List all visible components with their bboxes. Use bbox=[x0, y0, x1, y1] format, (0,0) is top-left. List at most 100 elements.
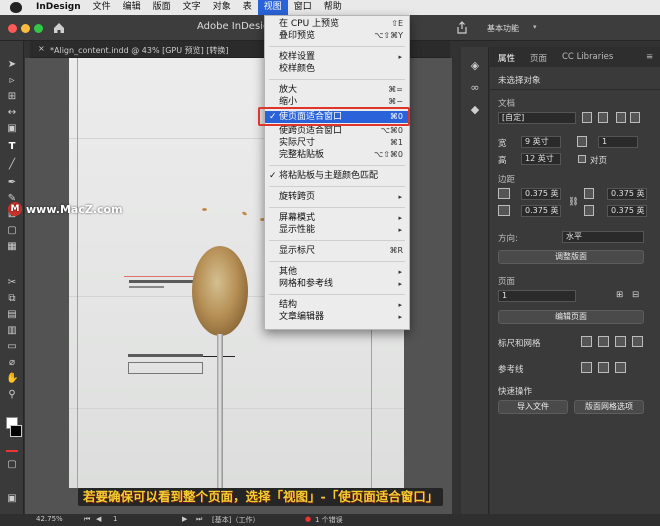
formatting-affects-container-icon[interactable]: ▢ bbox=[6, 459, 18, 471]
add-page-icon[interactable]: ⊞ bbox=[616, 290, 623, 300]
document-preset-select[interactable]: [自定] bbox=[498, 112, 576, 124]
master-page-label[interactable]: [基本]（工作） bbox=[212, 515, 259, 525]
margin-left-input[interactable]: 0.375 英 bbox=[607, 188, 647, 200]
direct-selection-tool-icon[interactable]: ▹ bbox=[6, 75, 18, 87]
content-collector-icon[interactable]: ▣ bbox=[6, 123, 18, 135]
placeholder-bar[interactable] bbox=[128, 354, 203, 357]
link-margins-icon[interactable]: ⛓ bbox=[568, 197, 579, 207]
prev-page-icon[interactable]: ◀ bbox=[96, 515, 101, 523]
layers-icon[interactable]: ◈ bbox=[468, 59, 482, 73]
binding-right-icon[interactable] bbox=[630, 112, 640, 123]
menu-item-show-rulers[interactable]: 显示标尺 ⌘R bbox=[265, 245, 409, 257]
menu-window[interactable]: 窗口 bbox=[288, 0, 318, 15]
menu-item-fit-spread-in-window[interactable]: 使跨页适合窗口 ⌥⌘0 bbox=[265, 125, 409, 137]
menu-item-entire-pasteboard[interactable]: 完整粘贴板 ⌥⇧⌘0 bbox=[265, 149, 409, 161]
baseline-grid-icon[interactable] bbox=[615, 336, 626, 347]
pen-tool-icon[interactable]: ✒ bbox=[6, 177, 18, 189]
menu-help[interactable]: 帮助 bbox=[318, 0, 348, 15]
portrait-orientation-icon[interactable] bbox=[582, 112, 592, 123]
menu-file[interactable]: 文件 bbox=[87, 0, 117, 15]
links-icon[interactable]: ∞ bbox=[468, 81, 482, 95]
selection-tool-icon[interactable]: ➤ bbox=[6, 59, 18, 71]
height-input[interactable]: 12 英寸 bbox=[521, 153, 561, 165]
spoon-image[interactable] bbox=[192, 246, 248, 336]
screen-mode-icon[interactable]: ▣ bbox=[6, 493, 18, 505]
apple-logo-icon[interactable] bbox=[10, 2, 22, 13]
close-icon[interactable]: × bbox=[38, 44, 45, 53]
eyedropper-tool-icon[interactable]: ⌀ bbox=[6, 357, 18, 369]
tab-pages[interactable]: 页面 bbox=[530, 52, 547, 64]
placeholder-bar[interactable] bbox=[129, 280, 194, 283]
adjust-layout-button[interactable]: 调整版面 bbox=[498, 250, 644, 264]
minimize-window-button[interactable] bbox=[21, 24, 30, 33]
tab-properties[interactable]: 属性 bbox=[498, 52, 515, 64]
stroke-icon[interactable]: ◆ bbox=[468, 103, 482, 117]
layout-grid-options-button[interactable]: 版面网格选项 bbox=[574, 400, 644, 414]
pages-count-input[interactable]: 1 bbox=[598, 136, 638, 148]
line-tool-icon[interactable]: ╱ bbox=[6, 159, 18, 171]
apply-none-icon[interactable] bbox=[6, 450, 18, 452]
type-tool-icon[interactable]: T bbox=[6, 141, 18, 153]
placeholder-bar[interactable] bbox=[129, 286, 164, 288]
tab-cc-libraries[interactable]: CC Libraries bbox=[562, 52, 613, 62]
menu-type[interactable]: 文字 bbox=[177, 0, 207, 15]
delete-page-icon[interactable]: ⊟ bbox=[632, 290, 639, 300]
document-grid-icon[interactable] bbox=[632, 336, 643, 347]
landscape-orientation-icon[interactable] bbox=[598, 112, 608, 123]
facing-pages-checkbox[interactable] bbox=[578, 155, 586, 163]
menu-item-zoom-in[interactable]: 放大 ⌘= bbox=[265, 84, 409, 96]
edit-page-button[interactable]: 编辑页面 bbox=[498, 310, 644, 324]
menu-item-proof-colors[interactable]: 校样颜色 bbox=[265, 63, 409, 75]
page-number[interactable]: 1 bbox=[113, 515, 117, 523]
last-page-icon[interactable]: ⏭ bbox=[196, 515, 202, 524]
menu-item-extras[interactable]: 其他 ▸ bbox=[265, 266, 409, 278]
lock-guides-icon[interactable] bbox=[598, 362, 609, 373]
menu-item-rotate-spread[interactable]: 旋转跨页 ▸ bbox=[265, 191, 409, 203]
chevron-down-icon[interactable]: ▾ bbox=[533, 23, 537, 31]
zoom-window-button[interactable] bbox=[34, 24, 43, 33]
menu-item-grids-guides[interactable]: 网格和参考线 ▸ bbox=[265, 278, 409, 290]
note-tool-icon[interactable]: ▭ bbox=[6, 341, 18, 353]
menu-edit[interactable]: 编辑 bbox=[117, 0, 147, 15]
first-page-icon[interactable]: ⏮ bbox=[84, 515, 90, 524]
margin-right-input[interactable]: 0.375 英 bbox=[607, 205, 647, 217]
zoom-level[interactable]: 42.75% bbox=[36, 515, 63, 523]
width-input[interactable]: 9 英寸 bbox=[521, 136, 561, 148]
show-guides-icon[interactable] bbox=[581, 362, 592, 373]
preflight-status[interactable]: 1 个错误 bbox=[315, 515, 343, 525]
stroke-swatch-icon[interactable] bbox=[10, 425, 22, 437]
next-page-icon[interactable]: ▶ bbox=[182, 515, 187, 523]
table-tool-icon[interactable]: ▦ bbox=[6, 241, 18, 253]
page-select[interactable]: 1 bbox=[498, 290, 576, 302]
home-icon[interactable] bbox=[52, 21, 66, 35]
menu-item-screen-mode[interactable]: 屏幕模式 ▸ bbox=[265, 212, 409, 224]
gap-tool-icon[interactable]: ↔ bbox=[6, 107, 18, 119]
import-file-button[interactable]: 导入文件 bbox=[498, 400, 568, 414]
grid-icon[interactable] bbox=[598, 336, 609, 347]
margin-bottom-input[interactable]: 0.375 英 bbox=[521, 205, 561, 217]
workspace-switcher[interactable]: 基本功能 bbox=[487, 23, 519, 34]
gradient-swatch-tool-icon[interactable]: ▤ bbox=[6, 309, 18, 321]
hand-tool-icon[interactable]: ✋ bbox=[6, 373, 18, 385]
menu-item-structure[interactable]: 结构 ▸ bbox=[265, 299, 409, 311]
margin-top-input[interactable]: 0.375 英 bbox=[521, 188, 561, 200]
scissors-tool-icon[interactable]: ✂ bbox=[6, 277, 18, 289]
binding-left-icon[interactable] bbox=[616, 112, 626, 123]
free-transform-tool-icon[interactable]: ⧉ bbox=[6, 293, 18, 305]
menu-item-cpu-preview[interactable]: 在 CPU 上预览 ⇧E bbox=[265, 18, 409, 30]
menu-item-actual-size[interactable]: 实际尺寸 ⌘1 bbox=[265, 137, 409, 149]
menu-layout[interactable]: 版面 bbox=[147, 0, 177, 15]
menu-table[interactable]: 表 bbox=[237, 0, 258, 15]
text-frame[interactable] bbox=[128, 362, 203, 374]
close-window-button[interactable] bbox=[8, 24, 17, 33]
share-icon[interactable] bbox=[455, 21, 469, 35]
menu-item-display-performance[interactable]: 显示性能 ▸ bbox=[265, 224, 409, 236]
smart-guides-icon[interactable] bbox=[615, 362, 626, 373]
gradient-feather-tool-icon[interactable]: ▥ bbox=[6, 325, 18, 337]
page-tool-icon[interactable]: ⊞ bbox=[6, 91, 18, 103]
menu-item-match-pasteboard-theme[interactable]: ✓ 将粘贴板与主题颜色匹配 bbox=[265, 170, 409, 182]
menu-item-proof-setup[interactable]: 校样设置 ▸ bbox=[265, 51, 409, 63]
app-menu-indesign[interactable]: InDesign bbox=[30, 0, 87, 15]
menu-item-overprint-preview[interactable]: 叠印预览 ⌥⇧⌘Y bbox=[265, 30, 409, 42]
menu-object[interactable]: 对象 bbox=[207, 0, 237, 15]
